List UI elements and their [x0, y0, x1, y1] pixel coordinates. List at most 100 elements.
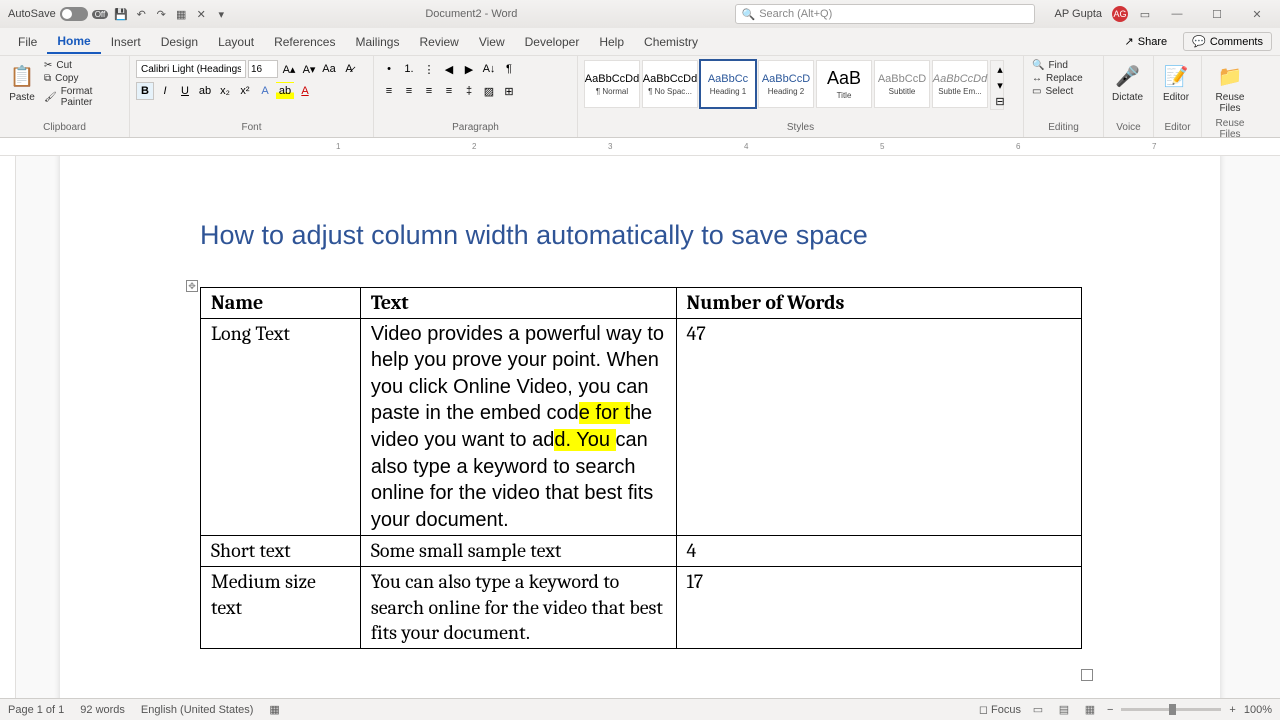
ribbon-mode-icon[interactable]: ▭ — [1138, 7, 1152, 21]
read-mode-button[interactable]: ▭ — [1029, 702, 1047, 718]
redo-icon[interactable]: ↷ — [154, 7, 168, 21]
autosave-toggle[interactable]: AutoSave Off — [8, 7, 108, 21]
bold-button[interactable]: B — [136, 82, 154, 100]
zoom-level[interactable]: 100% — [1244, 704, 1272, 716]
col-words-header[interactable]: Number of Words — [676, 288, 1081, 319]
style-heading1[interactable]: AaBbCcHeading 1 — [700, 60, 756, 108]
macro-icon[interactable]: ▦ — [269, 703, 279, 716]
tab-developer[interactable]: Developer — [515, 31, 590, 53]
ruler[interactable]: 1 2 3 4 5 6 7 — [0, 138, 1280, 156]
vertical-ruler[interactable] — [0, 156, 16, 698]
shrink-font-button[interactable]: A▾ — [300, 60, 318, 78]
user-avatar[interactable]: AG — [1112, 6, 1128, 22]
font-size-select[interactable] — [248, 60, 278, 78]
language-status[interactable]: English (United States) — [141, 704, 254, 716]
tab-references[interactable]: References — [264, 31, 345, 53]
tab-view[interactable]: View — [469, 31, 515, 53]
align-left-button[interactable]: ≡ — [380, 82, 398, 100]
tab-mailings[interactable]: Mailings — [345, 31, 409, 53]
line-spacing-button[interactable]: ‡ — [460, 82, 478, 100]
col-name-header[interactable]: Name — [201, 288, 361, 319]
shading-button[interactable]: ▨ — [480, 82, 498, 100]
superscript-button[interactable]: x² — [236, 82, 254, 100]
multilevel-button[interactable]: ⋮ — [420, 60, 438, 78]
tab-design[interactable]: Design — [151, 31, 208, 53]
text-effects-button[interactable]: A — [256, 82, 274, 100]
style-more-button[interactable]: ⊟ — [991, 93, 1009, 109]
close-button[interactable]: ✕ — [1242, 4, 1272, 24]
dedent-button[interactable]: ◀ — [440, 60, 458, 78]
grow-font-button[interactable]: A▴ — [280, 60, 298, 78]
italic-button[interactable]: I — [156, 82, 174, 100]
focus-mode[interactable]: ◻ Focus — [979, 703, 1021, 716]
tab-file[interactable]: File — [8, 31, 47, 53]
tab-chemistry[interactable]: Chemistry — [634, 31, 708, 53]
copy-button[interactable]: ⧉Copy — [42, 73, 123, 84]
styles-gallery[interactable]: AaBbCcDd¶ Normal AaBbCcDd¶ No Spac... Aa… — [584, 60, 1004, 110]
editor-button[interactable]: 📝Editor — [1160, 60, 1192, 105]
qat-icon[interactable]: ✕ — [194, 7, 208, 21]
web-layout-button[interactable]: ▦ — [1081, 702, 1099, 718]
numbering-button[interactable]: 1. — [400, 60, 418, 78]
user-name[interactable]: AP Gupta — [1055, 8, 1103, 20]
select-button[interactable]: ▭Select — [1030, 86, 1085, 97]
minimize-button[interactable]: — — [1162, 4, 1192, 24]
find-button[interactable]: 🔍Find — [1030, 60, 1085, 71]
sort-button[interactable]: A↓ — [480, 60, 498, 78]
tab-help[interactable]: Help — [589, 31, 634, 53]
print-layout-button[interactable]: ▤ — [1055, 702, 1073, 718]
style-subtitle[interactable]: AaBbCcDSubtitle — [874, 60, 930, 108]
table-move-handle[interactable]: ✥ — [186, 280, 198, 292]
borders-button[interactable]: ⊞ — [500, 82, 518, 100]
page-status[interactable]: Page 1 of 1 — [8, 704, 64, 716]
font-color-button[interactable]: A — [296, 82, 314, 100]
cell-text[interactable]: You can also type a keyword to search on… — [360, 566, 676, 648]
cell-name[interactable]: Medium size text — [201, 566, 361, 648]
qat-icon[interactable]: ▦ — [174, 7, 188, 21]
heading-1[interactable]: How to adjust column width automatically… — [200, 220, 1080, 251]
format-painter-button[interactable]: 🖌Format Painter — [42, 86, 123, 108]
subscript-button[interactable]: x₂ — [216, 82, 234, 100]
bullets-button[interactable]: • — [380, 60, 398, 78]
save-icon[interactable]: 💾 — [114, 7, 128, 21]
style-normal[interactable]: AaBbCcDd¶ Normal — [584, 60, 640, 108]
change-case-button[interactable]: Aa — [320, 60, 338, 78]
indent-button[interactable]: ▶ — [460, 60, 478, 78]
style-nospacing[interactable]: AaBbCcDd¶ No Spac... — [642, 60, 698, 108]
document-table[interactable]: Name Text Number of Words Long Text Vide… — [200, 287, 1082, 649]
tab-layout[interactable]: Layout — [208, 31, 264, 53]
highlight-button[interactable]: ab — [276, 82, 294, 100]
clear-format-button[interactable]: A̷ — [340, 60, 358, 78]
tab-home[interactable]: Home — [47, 30, 100, 54]
maximize-button[interactable]: ☐ — [1202, 4, 1232, 24]
strike-button[interactable]: ab — [196, 82, 214, 100]
col-text-header[interactable]: Text — [360, 288, 676, 319]
cell-words[interactable]: 17 — [676, 566, 1081, 648]
style-up-button[interactable]: ▴ — [991, 61, 1009, 77]
cell-words[interactable]: 47 — [676, 318, 1081, 536]
cell-text[interactable]: Video provides a powerful way to help yo… — [360, 318, 676, 536]
font-name-select[interactable] — [136, 60, 246, 78]
cell-name[interactable]: Long Text — [201, 318, 361, 536]
paste-button[interactable]: 📋 Paste — [6, 60, 38, 105]
comments-button[interactable]: 💬Comments — [1183, 32, 1272, 51]
qat-more-icon[interactable]: ▾ — [214, 7, 228, 21]
reuse-files-button[interactable]: 📁Reuse Files — [1208, 60, 1252, 116]
cut-button[interactable]: ✂Cut — [42, 60, 123, 71]
dictate-button[interactable]: 🎤Dictate — [1110, 60, 1145, 105]
share-button[interactable]: ↗Share — [1117, 33, 1176, 50]
align-center-button[interactable]: ≡ — [400, 82, 418, 100]
search-box[interactable]: 🔍 Search (Alt+Q) — [735, 4, 1035, 24]
style-down-button[interactable]: ▾ — [991, 77, 1009, 93]
align-right-button[interactable]: ≡ — [420, 82, 438, 100]
zoom-slider[interactable] — [1121, 708, 1221, 711]
zoom-out-button[interactable]: − — [1107, 704, 1113, 716]
style-title[interactable]: AaBTitle — [816, 60, 872, 108]
underline-button[interactable]: U — [176, 82, 194, 100]
tab-review[interactable]: Review — [409, 31, 468, 53]
tab-insert[interactable]: Insert — [101, 31, 151, 53]
cell-text[interactable]: Some small sample text — [360, 536, 676, 567]
style-heading2[interactable]: AaBbCcDHeading 2 — [758, 60, 814, 108]
cell-words[interactable]: 4 — [676, 536, 1081, 567]
table-resize-handle[interactable] — [1081, 669, 1093, 681]
